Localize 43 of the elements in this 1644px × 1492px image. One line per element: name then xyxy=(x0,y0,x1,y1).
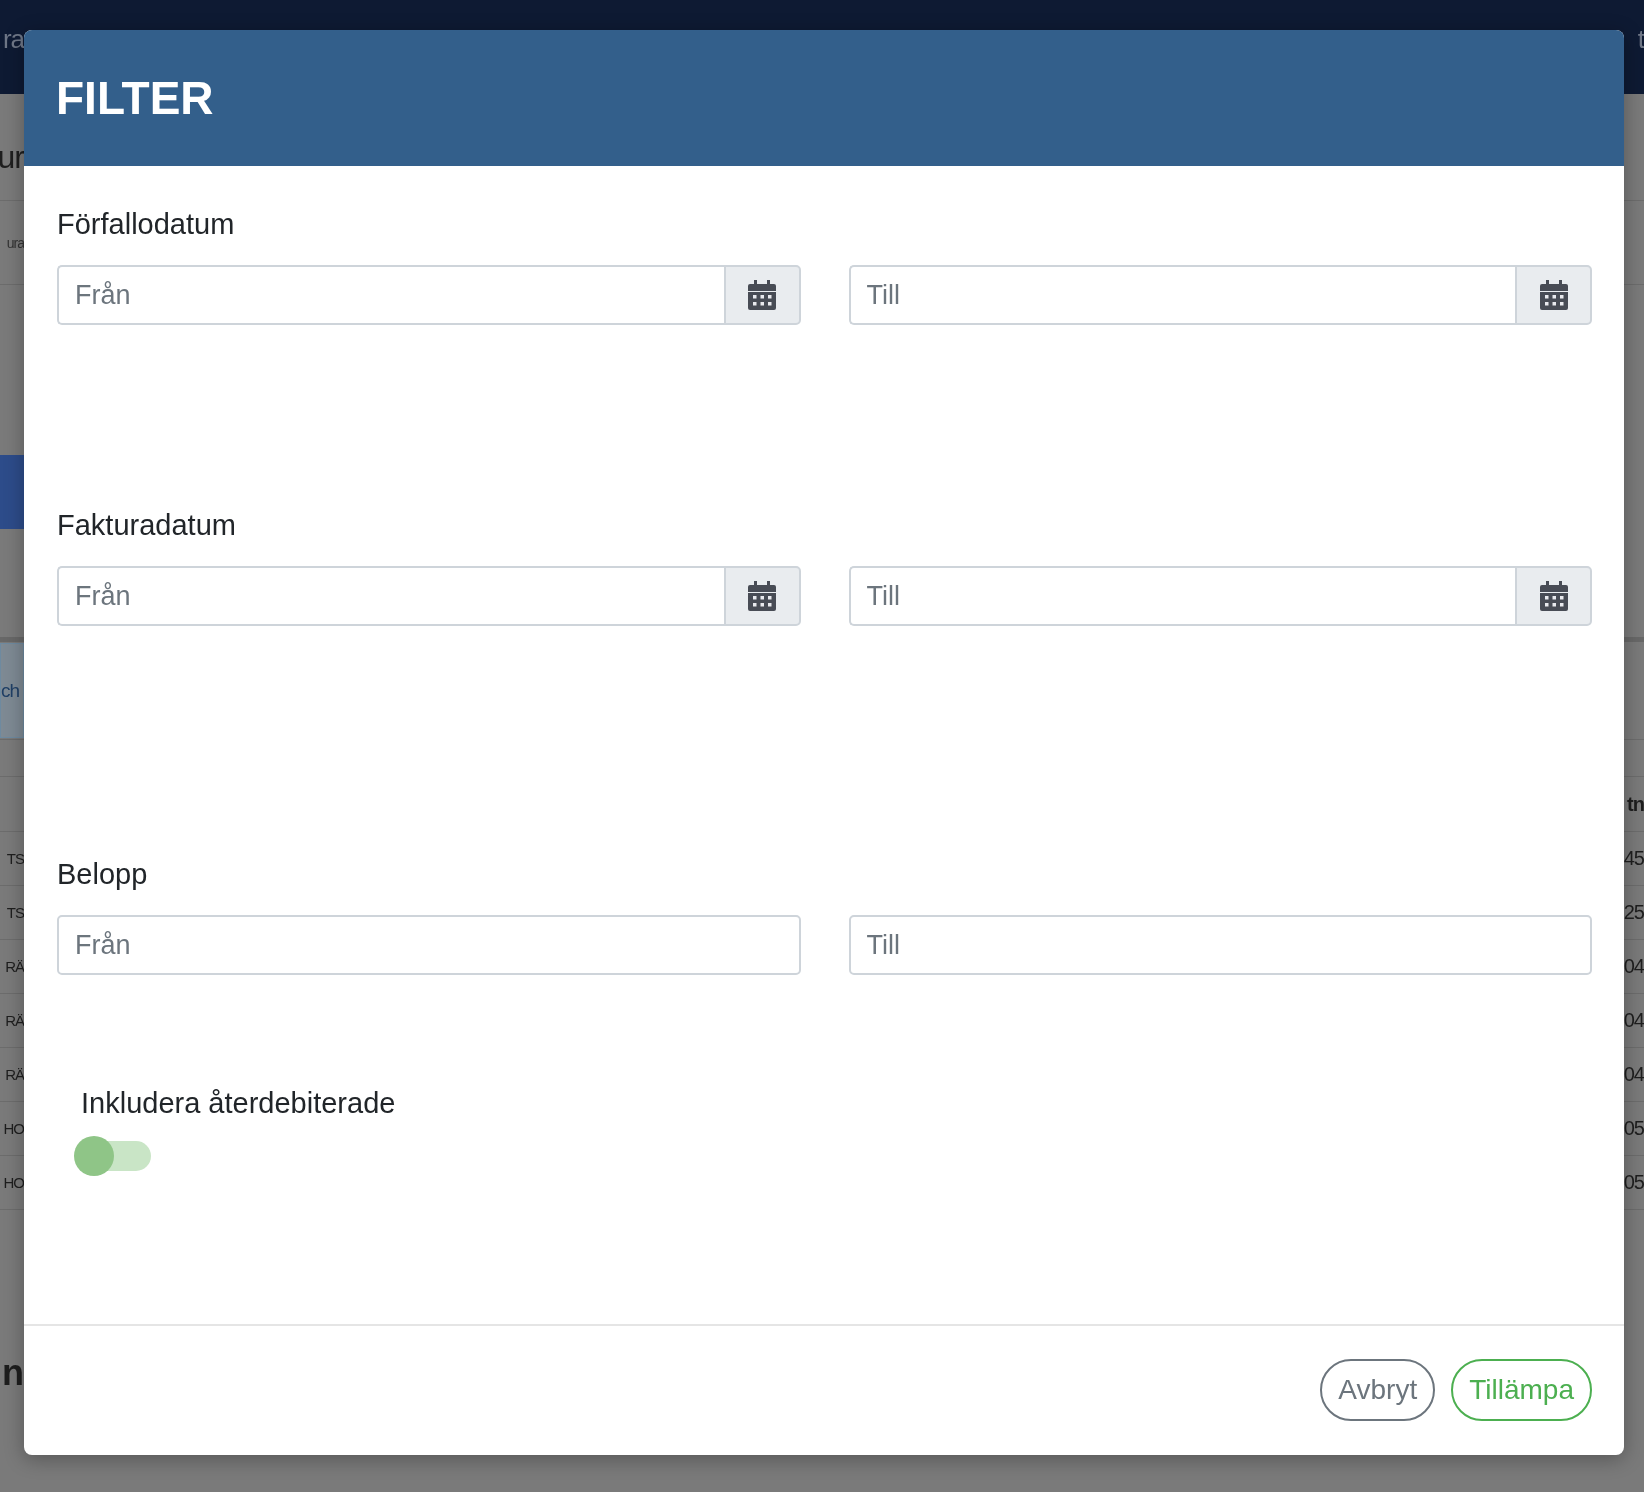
background-text: RÄ xyxy=(5,1066,24,1083)
calendar-button[interactable] xyxy=(723,566,801,626)
modal-title: FILTER xyxy=(56,71,214,125)
background-text: TS xyxy=(6,904,24,921)
background-text: 25 xyxy=(1623,901,1644,924)
background-text: 04 xyxy=(1623,955,1644,978)
date-field[interactable]: Från xyxy=(57,566,724,626)
background-text: tn xyxy=(1627,792,1644,816)
calendar-icon xyxy=(748,581,776,611)
toggle-switch[interactable] xyxy=(73,1135,153,1177)
calendar-button[interactable] xyxy=(723,265,801,325)
background-text: ch xyxy=(1,679,20,702)
background-text: HO xyxy=(3,1174,24,1191)
background-text: 45 xyxy=(1623,847,1644,870)
background-text: n xyxy=(2,1352,24,1394)
background-text: RÄ xyxy=(5,1012,24,1029)
calendar-icon xyxy=(1539,581,1568,611)
field-label: Förfallodatum xyxy=(57,207,236,242)
cancel-button[interactable]: Avbryt xyxy=(1320,1359,1436,1421)
background-text: TS xyxy=(6,850,24,867)
toggle-label: Inkludera återdebiterade xyxy=(81,1086,397,1121)
background-text: 05 xyxy=(1623,1171,1644,1194)
background-text: 05 xyxy=(1623,1117,1644,1140)
background-text: 04 xyxy=(1623,1063,1644,1086)
background-text: ra xyxy=(2,24,24,55)
apply-button[interactable]: Tillämpa xyxy=(1451,1359,1592,1421)
background-text: ur xyxy=(0,137,24,176)
calendar-icon xyxy=(748,280,776,310)
background-text: ura xyxy=(6,234,24,251)
amount-field[interactable]: Från xyxy=(57,915,801,975)
calendar-button[interactable] xyxy=(1515,265,1592,325)
background-text: 04 xyxy=(1623,1009,1644,1032)
background-text: HO xyxy=(3,1120,24,1137)
field-label: Fakturadatum xyxy=(57,508,237,543)
background-text: t xyxy=(1637,24,1644,55)
amount-field[interactable]: Till xyxy=(848,915,1592,975)
calendar-button[interactable] xyxy=(1515,566,1592,626)
date-field[interactable]: Till xyxy=(848,265,1515,325)
calendar-icon xyxy=(1539,280,1568,310)
field-label: Belopp xyxy=(57,857,149,892)
date-field[interactable]: Från xyxy=(57,265,724,325)
background-text: RÄ xyxy=(5,958,24,975)
date-field[interactable]: Till xyxy=(848,566,1515,626)
